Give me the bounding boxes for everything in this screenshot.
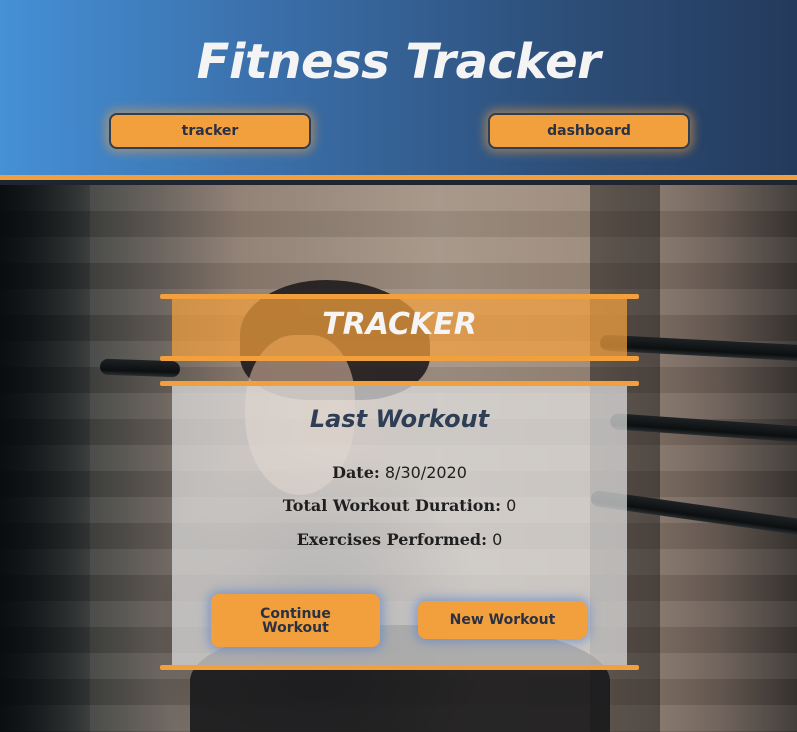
continue-workout-button[interactable]: Continue Workout (211, 594, 380, 647)
stat-label: Date: (332, 463, 380, 482)
barbell-bar (99, 358, 181, 378)
continue-workout-label: Continue Workout (260, 605, 331, 636)
new-workout-button[interactable]: New Workout (418, 601, 587, 639)
stat-value: 0 (506, 496, 517, 515)
stat-exercises: Exercises Performed: 0 (172, 530, 627, 549)
nav-dashboard-button[interactable]: dashboard (488, 113, 690, 149)
site-title: Fitness Tracker (196, 34, 601, 90)
divider-line (160, 294, 639, 299)
divider-line (160, 665, 639, 670)
nav-tracker-button[interactable]: tracker (109, 113, 311, 149)
site-header: Fitness Tracker tracker dashboard (0, 0, 797, 180)
stat-date: Date: 8/30/2020 (172, 463, 627, 482)
divider-line (160, 381, 639, 386)
stat-label: Exercises Performed: (296, 530, 488, 549)
stat-label: Total Workout Duration: (282, 496, 501, 515)
tracker-heading: TRACKER (322, 307, 477, 342)
stat-value: 0 (492, 530, 503, 549)
last-workout-heading: Last Workout (309, 405, 490, 433)
stat-value: 8/30/2020 (384, 463, 467, 482)
shadow-strip (0, 185, 90, 732)
stat-duration: Total Workout Duration: 0 (172, 496, 627, 515)
divider-line (160, 356, 639, 361)
